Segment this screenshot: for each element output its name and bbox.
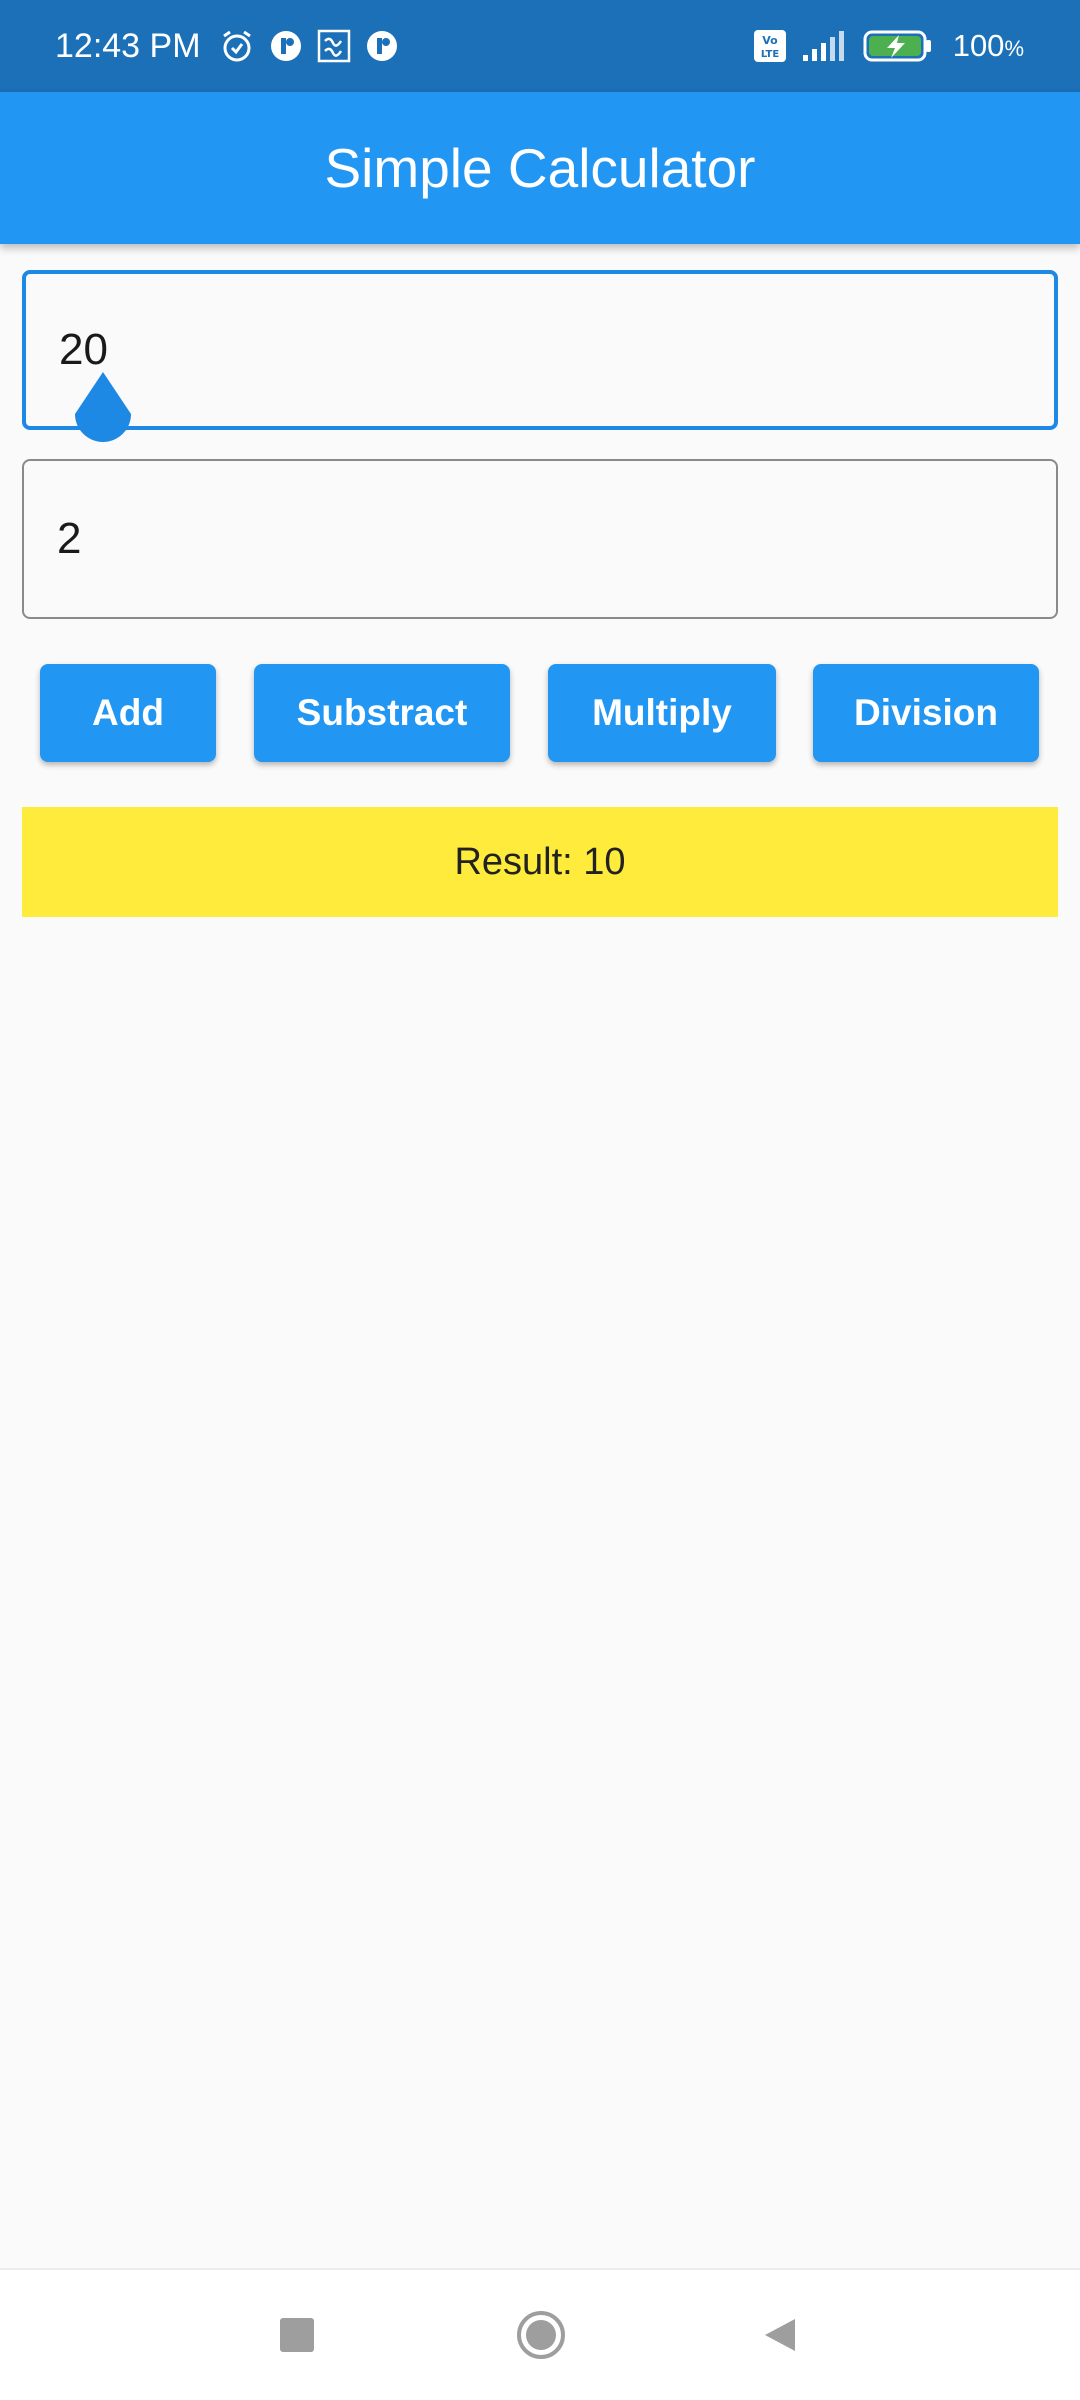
svg-text:Vo: Vo bbox=[762, 34, 778, 47]
app-notification-icon bbox=[365, 29, 399, 63]
second-number-input[interactable]: 2 bbox=[22, 459, 1058, 619]
navigation-bar bbox=[0, 2268, 1080, 2400]
result-text: Result: 10 bbox=[454, 840, 626, 883]
alarm-icon bbox=[219, 28, 255, 64]
result-panel: Result: 10 bbox=[22, 807, 1058, 917]
division-button[interactable]: Division bbox=[813, 664, 1039, 762]
battery-charging-icon bbox=[863, 29, 933, 63]
app-bar: Simple Calculator bbox=[0, 92, 1080, 244]
status-bar-right: Vo LTE 100% bbox=[753, 28, 1024, 64]
home-icon[interactable] bbox=[506, 2300, 576, 2370]
status-time: 12:43 PM bbox=[55, 26, 201, 65]
sim-notification-icon bbox=[317, 29, 351, 63]
recent-apps-icon[interactable] bbox=[262, 2300, 332, 2370]
second-number-value: 2 bbox=[57, 514, 82, 563]
volte-icon: Vo LTE bbox=[753, 29, 787, 63]
status-bar-left: 12:43 PM bbox=[55, 27, 399, 66]
first-number-value: 20 bbox=[59, 325, 108, 374]
battery-level: 100% bbox=[952, 28, 1024, 63]
subtract-button[interactable]: Substract bbox=[254, 664, 510, 762]
status-bar: 12:43 PM Vo LTE 100% bbox=[0, 0, 1080, 92]
multiply-button[interactable]: Multiply bbox=[548, 664, 776, 762]
svg-text:LTE: LTE bbox=[761, 49, 780, 60]
app-notification-icon bbox=[269, 29, 303, 63]
back-icon[interactable] bbox=[746, 2300, 816, 2370]
first-number-input[interactable]: 20 bbox=[22, 270, 1058, 430]
add-button[interactable]: Add bbox=[40, 664, 216, 762]
app-title: Simple Calculator bbox=[324, 137, 756, 199]
text-cursor-handle-icon[interactable] bbox=[73, 370, 133, 444]
signal-icon bbox=[801, 29, 849, 63]
